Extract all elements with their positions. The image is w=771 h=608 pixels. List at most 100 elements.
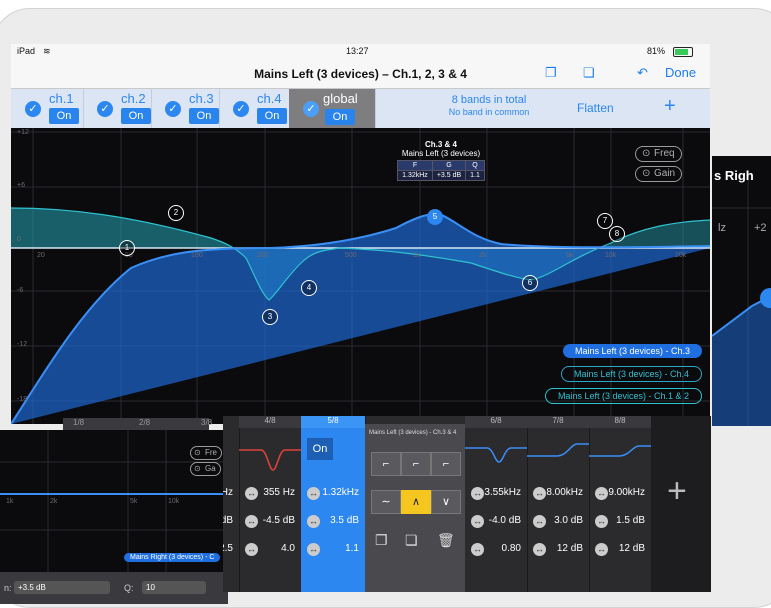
channel-3[interactable]: ✓ ch.3 On xyxy=(151,89,220,128)
channel-1[interactable]: ✓ ch.1 On xyxy=(11,89,84,128)
y-tick: -6 xyxy=(17,287,24,294)
x-tick: 1k xyxy=(6,498,14,505)
band-strip: Hz dB 2.5 4/8 ↔355 Hz ↔-4.5 dB ↔4.0 5/8 … xyxy=(223,416,711,592)
band-curve xyxy=(465,447,527,463)
band-node[interactable]: 7 xyxy=(597,213,613,229)
right-panel-preview: s Righ lz +2 xyxy=(712,156,771,426)
check-icon: ✓ xyxy=(233,101,249,117)
channel-on-toggle[interactable]: On xyxy=(189,108,219,124)
band-node[interactable]: 4 xyxy=(301,280,317,296)
gain-value: ↔ -4.0 dB xyxy=(465,508,527,536)
band-header: 7/8 xyxy=(527,416,589,428)
done-button[interactable]: Done xyxy=(665,65,696,80)
channel-4[interactable]: ✓ ch.4 On xyxy=(219,89,290,128)
band-curve xyxy=(527,443,589,457)
x-tick: 5k xyxy=(130,498,138,505)
freq-text: 8.00kHz xyxy=(546,487,583,498)
arrows-icon: ↔ xyxy=(533,515,546,528)
band-node[interactable]: 6 xyxy=(522,275,538,291)
channel-on-toggle[interactable]: On xyxy=(121,108,151,124)
low-cut-icon[interactable]: ∼ xyxy=(371,490,401,514)
channel-2[interactable]: ✓ ch.2 On xyxy=(83,89,152,128)
arrows-icon: ↔ xyxy=(471,543,484,556)
gain-field[interactable]: +3.5 dB xyxy=(14,581,110,594)
channel-label: ch.3 xyxy=(189,91,214,106)
freq-lock-toggle[interactable]: ⊙ Fre xyxy=(190,446,222,460)
popup-header: Q xyxy=(465,160,485,171)
legend-ch4[interactable]: Mains Left (3 devices) - Ch.4 xyxy=(560,366,702,382)
battery-icon xyxy=(673,47,693,57)
band-cell-8[interactable]: 8/8 ↔ 9.00kHz ↔ 1.5 dB ↔ 12 dB xyxy=(589,416,652,592)
channel-label: ch.4 xyxy=(257,91,282,106)
check-icon: ✓ xyxy=(97,101,113,117)
gain-text: -4.0 dB xyxy=(488,515,521,526)
band-header: 1/8 xyxy=(73,418,85,427)
gain-text: 3.0 dB xyxy=(554,515,583,526)
eq-graph[interactable]: +12 +6 0 -6 -12 -18 20 50 100 200 500 1k… xyxy=(11,128,710,424)
y-tick: -12 xyxy=(17,341,28,348)
legend-mains-right[interactable]: Mains Right (3 devices) - C xyxy=(124,553,221,562)
gain-lock-toggle[interactable]: ⊙ Ga xyxy=(190,462,221,476)
legend-ch12[interactable]: Mains Left (3 devices) - Ch.1 & 2 xyxy=(544,388,702,404)
channel-global[interactable]: ✓ global On xyxy=(289,89,376,128)
lock-icon: ⊙ xyxy=(642,148,651,159)
band-node[interactable]: 2 xyxy=(168,205,184,221)
low-shelf-icon[interactable]: ⌐ xyxy=(371,452,401,476)
band-header: 5/8 xyxy=(301,416,365,428)
check-icon: ✓ xyxy=(303,101,319,117)
high-shelf-icon[interactable]: ⌐ xyxy=(431,452,461,476)
gain-toggle-label: Gain xyxy=(654,168,676,179)
channel-on-toggle[interactable]: On xyxy=(257,108,287,124)
band-node-selected[interactable]: 5 xyxy=(427,209,443,225)
legend-ch3[interactable]: Mains Left (3 devices) - Ch.3 xyxy=(562,344,702,358)
band-cell-6[interactable]: 6/8 ↔ 3.55kHz ↔ -4.0 dB ↔ 0.80 xyxy=(465,416,528,592)
gain-value: ↔ -4.5 dB xyxy=(239,508,301,536)
page-title: Mains Left (3 devices) – Ch.1, 2, 3 & 4 xyxy=(254,67,467,81)
flatten-button[interactable]: Flatten xyxy=(577,101,614,115)
y-tick: +6 xyxy=(17,182,25,189)
check-icon: ✓ xyxy=(25,101,41,117)
add-band-icon[interactable]: + xyxy=(667,472,687,511)
q-field[interactable]: 10 xyxy=(142,581,206,594)
freq-lock-toggle[interactable]: ⊙ Freq xyxy=(635,146,682,162)
band-cell-4[interactable]: 4/8 ↔ 355 Hz ↔ -4.5 dB ↔ 4.0 xyxy=(239,416,302,592)
band-cell-7[interactable]: 7/8 ↔ 8.00kHz ↔ 3.0 dB ↔ 12 dB xyxy=(527,416,590,592)
undo-icon[interactable]: ↶ xyxy=(637,65,648,81)
trash-icon[interactable]: 🗑 xyxy=(437,532,455,549)
band-node[interactable]: 8 xyxy=(609,226,625,242)
high-cut-icon[interactable]: ⌐ xyxy=(401,452,431,476)
x-tick: 10k xyxy=(168,498,180,505)
band-on-toggle[interactable]: On xyxy=(307,438,333,460)
paste-icon[interactable]: ❏ xyxy=(405,532,418,549)
gain-lock-toggle[interactable]: ⊙ Gain xyxy=(635,166,683,182)
clock: 13:27 xyxy=(346,46,369,56)
peak-icon[interactable]: ∧ xyxy=(401,490,431,514)
copy-icon[interactable]: ❐ xyxy=(545,65,557,81)
band-cell[interactable]: Hz dB 2.5 xyxy=(223,416,240,592)
q-text: 4.0 xyxy=(281,543,295,554)
band-node[interactable]: 1 xyxy=(119,240,135,256)
freq-text: 355 Hz xyxy=(263,487,295,498)
gain-text: 3.5 dB xyxy=(330,515,359,526)
paste-icon[interactable]: ❏ xyxy=(583,65,595,81)
q-field-label: Q: xyxy=(124,583,134,593)
add-band-button[interactable]: + xyxy=(664,95,676,118)
q-value: ↔ 12 dB xyxy=(589,536,651,564)
gain-value: ↔ 3.5 dB xyxy=(301,508,365,536)
freq-text: 9.00kHz xyxy=(608,487,645,498)
nav-bar: Mains Left (3 devices) – Ch.1, 2, 3 & 4 … xyxy=(11,60,710,89)
copy-icon[interactable]: ❐ xyxy=(375,532,388,549)
device-label: iPad xyxy=(17,46,36,56)
battery-percent: 81% xyxy=(647,46,666,56)
band-node[interactable]: 3 xyxy=(262,309,278,325)
band-cell-5-selected[interactable]: 5/8 On ↔ 1.32kHz ↔ 3.5 dB ↔ 1.1 xyxy=(301,416,366,592)
filter-type-menu: Mains Left (3 devices) - Ch.3 & 4 ⌐ ⌐ ⌐ … xyxy=(365,424,465,592)
add-band-cell[interactable]: + xyxy=(651,416,711,592)
channel-on-toggle[interactable]: On xyxy=(49,108,79,124)
notch-icon[interactable]: ∨ xyxy=(431,490,461,514)
freq-text: 3.55kHz xyxy=(484,487,521,498)
lock-icon: ⊙ xyxy=(194,448,201,457)
y-tick: +12 xyxy=(17,129,29,136)
arrows-icon: ↔ xyxy=(595,515,608,528)
channel-on-toggle[interactable]: On xyxy=(325,109,355,125)
